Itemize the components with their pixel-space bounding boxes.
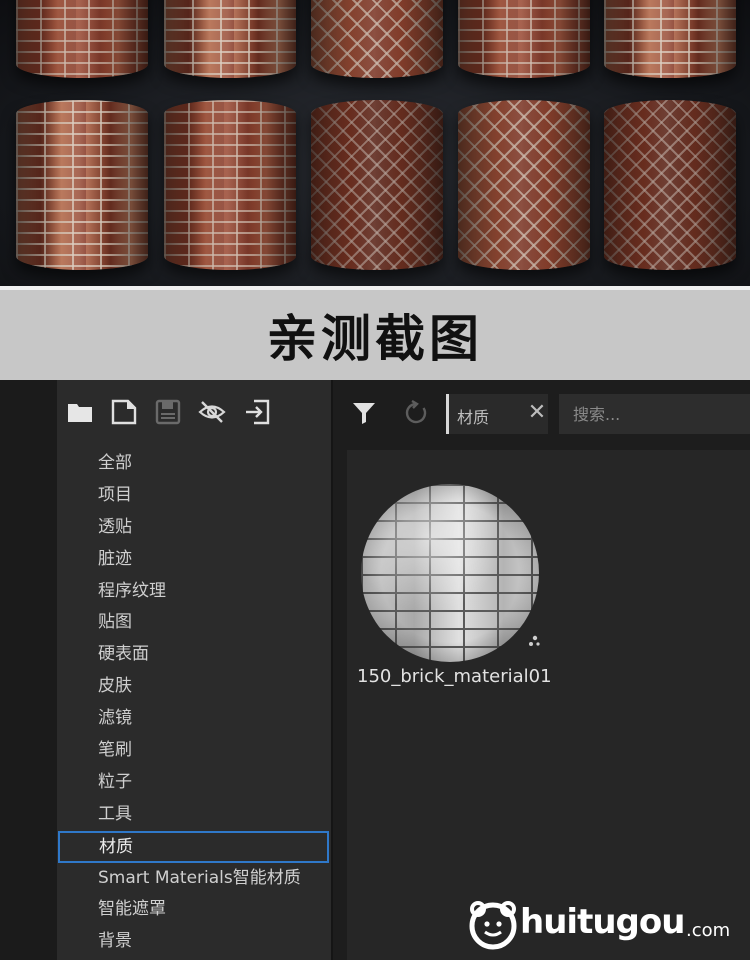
import-button[interactable]	[243, 399, 271, 429]
title-strip: 亲测截图	[0, 286, 750, 380]
filter-tag-label: 材质	[457, 408, 490, 427]
asset-thumbnail[interactable]: 150_brick_material01	[357, 484, 559, 694]
substance-icon	[527, 632, 541, 651]
left-gutter	[0, 380, 57, 960]
filter-toolbar: 材质 ✕	[333, 392, 750, 436]
funnel-icon	[352, 401, 376, 429]
search-input[interactable]	[559, 394, 750, 434]
sidebar-item-procedurals[interactable]: 程序纹理	[57, 576, 331, 608]
reset-button[interactable]	[401, 399, 431, 430]
refresh-icon	[403, 399, 429, 430]
eye-off-icon	[198, 400, 226, 428]
asset-shelf-panel: 全部 项目 透贴 脏迹 程序纹理 贴图 硬表面 皮肤 滤镜 笔刷 粒子 工具 材…	[0, 380, 750, 960]
new-file-button[interactable]	[110, 399, 138, 429]
folder-button[interactable]	[66, 400, 94, 428]
brick-cylinder	[311, 0, 443, 78]
sidebar-item-tools[interactable]: 工具	[57, 799, 331, 831]
shelf-sidebar: 全部 项目 透贴 脏迹 程序纹理 贴图 硬表面 皮肤 滤镜 笔刷 粒子 工具 材…	[57, 380, 331, 960]
brick-cylinder	[16, 0, 148, 78]
sidebar-item-hard-surfaces[interactable]: 硬表面	[57, 639, 331, 671]
sidebar-item-skin[interactable]: 皮肤	[57, 671, 331, 703]
banner-title: 亲测截图	[267, 310, 483, 368]
brick-cylinder	[458, 0, 590, 78]
sidebar-item-materials[interactable]: 材质	[58, 830, 329, 863]
watermark-text: huitugou	[520, 902, 685, 942]
filter-button[interactable]	[349, 400, 379, 430]
watermark-suffix: .com	[686, 920, 731, 941]
brick-cylinder	[164, 0, 296, 78]
asset-name: 150_brick_material01	[357, 666, 552, 687]
sidebar-item-smart-masks[interactable]: 智能遮罩	[57, 894, 331, 926]
brick-cylinder	[311, 100, 443, 270]
brick-cylinder	[458, 100, 590, 270]
close-icon[interactable]: ✕	[527, 402, 547, 424]
sidebar-item-grunges[interactable]: 脏迹	[57, 544, 331, 576]
sidebar-item-brushes[interactable]: 笔刷	[57, 735, 331, 767]
folder-icon	[67, 401, 93, 427]
category-list: 全部 项目 透贴 脏迹 程序纹理 贴图 硬表面 皮肤 滤镜 笔刷 粒子 工具 材…	[57, 448, 331, 958]
material-preview-sphere	[361, 484, 539, 662]
sidebar-item-environments[interactable]: 背景	[57, 926, 331, 958]
sidebar-toolbar	[57, 392, 331, 436]
new-file-icon	[111, 399, 137, 429]
active-filter-tag[interactable]: 材质 ✕	[446, 394, 548, 434]
asset-grid: 150_brick_material01	[347, 450, 750, 960]
save-icon	[155, 399, 181, 429]
sidebar-item-alphas[interactable]: 透贴	[57, 512, 331, 544]
save-button[interactable]	[154, 399, 182, 429]
brick-cylinder	[604, 100, 736, 270]
brick-cylinder	[604, 0, 736, 78]
sidebar-item-particles[interactable]: 粒子	[57, 767, 331, 799]
brick-cylinder	[164, 100, 296, 270]
brick-cylinder	[16, 100, 148, 270]
brick-material-render-preview	[0, 0, 750, 286]
watermark-logo: huitugou .com	[468, 898, 738, 956]
shelf-content: 材质 ✕ 150_brick_material01	[333, 380, 750, 960]
sidebar-item-smart-materials[interactable]: Smart Materials智能材质	[57, 863, 331, 895]
import-icon	[244, 399, 270, 429]
hide-button[interactable]	[198, 400, 226, 428]
sidebar-item-project[interactable]: 项目	[57, 480, 331, 512]
sidebar-item-all[interactable]: 全部	[57, 448, 331, 480]
sidebar-item-filters[interactable]: 滤镜	[57, 703, 331, 735]
bear-logo-icon	[469, 901, 517, 950]
sidebar-item-textures[interactable]: 贴图	[57, 607, 331, 639]
